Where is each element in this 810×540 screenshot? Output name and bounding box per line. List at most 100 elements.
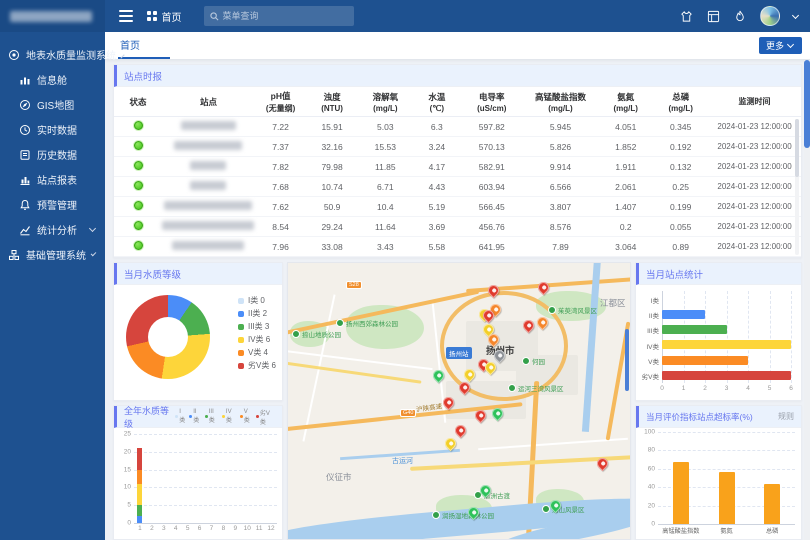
status-normal-dot (134, 121, 143, 130)
x-tick-label: 5 (186, 525, 190, 532)
stack-segment-IV类[interactable] (137, 484, 142, 505)
stack-segment-II类[interactable] (137, 516, 142, 523)
legend-item[interactable]: 劣V类 6 (238, 359, 276, 372)
status-normal-dot (134, 141, 143, 150)
stats-icon (19, 224, 31, 236)
value-cell: 3.064 (598, 242, 653, 252)
grade-donut-chart[interactable] (126, 295, 210, 379)
sidebar-item-label: 预警管理 (37, 197, 77, 212)
map-scrollbar[interactable] (625, 329, 629, 391)
sidebar-item[interactable]: GIS地图 (0, 92, 105, 117)
map-pin-green[interactable] (430, 368, 446, 384)
legend-item[interactable]: III类 (205, 409, 219, 424)
annual-grade-chart: 0510152025123456789101112 (134, 434, 277, 523)
bar-II类[interactable] (662, 310, 705, 319)
legend-item[interactable]: III类 3 (238, 320, 276, 333)
legend-item[interactable]: I类 (175, 409, 186, 424)
x-tick-label: 10 (244, 525, 251, 532)
x-tick-label: 11 (256, 525, 263, 532)
grid-line (658, 524, 795, 525)
bar-总磷[interactable] (764, 484, 780, 524)
column-header: 溶解氧(mg/L) (358, 91, 413, 113)
value-cell: 603.94 (461, 182, 523, 192)
station-name-redacted (162, 181, 255, 192)
y-tick-label: 15 (124, 466, 134, 473)
y-category-label: III类 (647, 325, 662, 335)
flame-icon[interactable] (733, 9, 747, 23)
sidebar-item[interactable]: 统计分析 (0, 217, 105, 242)
value-cell: 10.74 (306, 182, 358, 192)
value-cell: 7.62 (255, 202, 307, 212)
more-tabs-button[interactable]: 更多 (759, 37, 802, 54)
theme-skin-icon[interactable] (679, 9, 693, 23)
status-cell (114, 181, 162, 192)
map-label-station: 扬州站 (446, 347, 472, 359)
panel-title-monthly-grade: 当月水质等级 (114, 263, 282, 285)
user-avatar[interactable] (760, 6, 780, 26)
legend-item[interactable]: V类 (240, 409, 253, 424)
stack-segment-V类[interactable] (137, 470, 142, 484)
bar-高锰酸盐指数[interactable] (673, 462, 689, 524)
bar-V类[interactable] (662, 356, 748, 365)
layout-size-icon[interactable] (706, 9, 720, 23)
sidebar-group-0[interactable]: 地表水质量监测系统 (0, 42, 105, 67)
legend-item[interactable]: 劣V类 (256, 408, 275, 426)
x-tick-label: 6 (198, 525, 202, 532)
y-tick-label: 20 (648, 502, 658, 509)
map-label-park: 捺山地质公园 (292, 329, 341, 339)
menu-search[interactable] (204, 6, 354, 26)
monitor-time-cell: 2024-01-23 12:00:00 (708, 222, 801, 231)
status-cell (114, 241, 162, 252)
legend-item[interactable]: V类 4 (238, 346, 276, 359)
grid-line (727, 291, 728, 383)
legend-item[interactable]: IV类 (222, 409, 237, 424)
tabbar: 首页 更多 (105, 32, 810, 60)
sidebar-group-label: 基础管理系统 (26, 247, 86, 262)
tab-home[interactable]: 首页 (118, 32, 170, 59)
legend-item[interactable]: II类 (189, 409, 202, 424)
value-cell: 566.45 (461, 202, 523, 212)
sidebar-item[interactable]: 实时数据 (0, 117, 105, 142)
stack-segment-III类[interactable] (137, 505, 142, 516)
table-body: 7.2215.915.036.3597.825.9454.0510.345202… (114, 117, 801, 257)
bar-劣V类[interactable] (662, 371, 791, 380)
value-cell: 8.576 (523, 222, 599, 232)
status-cell (114, 161, 162, 172)
window-scrollbar[interactable] (804, 60, 810, 540)
search-input[interactable] (223, 11, 348, 21)
status-normal-dot (134, 221, 143, 230)
x-tick-label: 3 (725, 385, 729, 392)
status-normal-dot (134, 181, 143, 190)
value-cell: 641.95 (461, 242, 523, 252)
sidebar-group-1[interactable]: 基础管理系统 (0, 242, 105, 267)
station-map[interactable]: 扬州市江都区仪征市古运河沪陕高速扬州站扬州西郊森林公园捺山地质公园茱萸湾风景区运… (287, 262, 631, 540)
sidebar-item[interactable]: 预警管理 (0, 192, 105, 217)
sidebar-item[interactable]: 站点报表 (0, 167, 105, 192)
table-scrollbar[interactable] (795, 119, 799, 255)
value-cell: 1.407 (598, 202, 653, 212)
legend-item[interactable]: IV类 6 (238, 333, 276, 346)
breadcrumb[interactable]: 首页 (147, 9, 182, 24)
x-category-label: 总磷 (766, 526, 778, 535)
map-pin-red[interactable] (452, 423, 468, 439)
station-name-redacted (162, 201, 255, 212)
grid-line (134, 470, 277, 471)
sidebar-item[interactable]: 信息舱 (0, 67, 105, 92)
value-cell: 5.826 (523, 142, 599, 152)
bar-氨氮[interactable] (719, 472, 735, 524)
bar-III类[interactable] (662, 325, 727, 334)
grid-line (658, 432, 795, 433)
hamburger-icon[interactable] (119, 10, 133, 22)
sidebar-item-label: 统计分析 (37, 222, 77, 237)
monitor-time-cell: 2024-01-23 12:00:00 (708, 182, 801, 191)
breadcrumb-home[interactable]: 首页 (162, 9, 182, 24)
legend-item[interactable]: II类 2 (238, 307, 276, 320)
rate-corner-link[interactable]: 规则 (778, 411, 794, 422)
map-label-park: 润扬湿地森林公园 (432, 510, 494, 520)
sidebar-item[interactable]: 历史数据 (0, 142, 105, 167)
stack-segment-劣V类[interactable] (137, 448, 142, 469)
grid-line (134, 434, 277, 435)
legend-item[interactable]: I类 0 (238, 294, 276, 307)
user-menu-chevron-down-icon[interactable] (792, 11, 799, 18)
bar-IV类[interactable] (662, 340, 791, 349)
